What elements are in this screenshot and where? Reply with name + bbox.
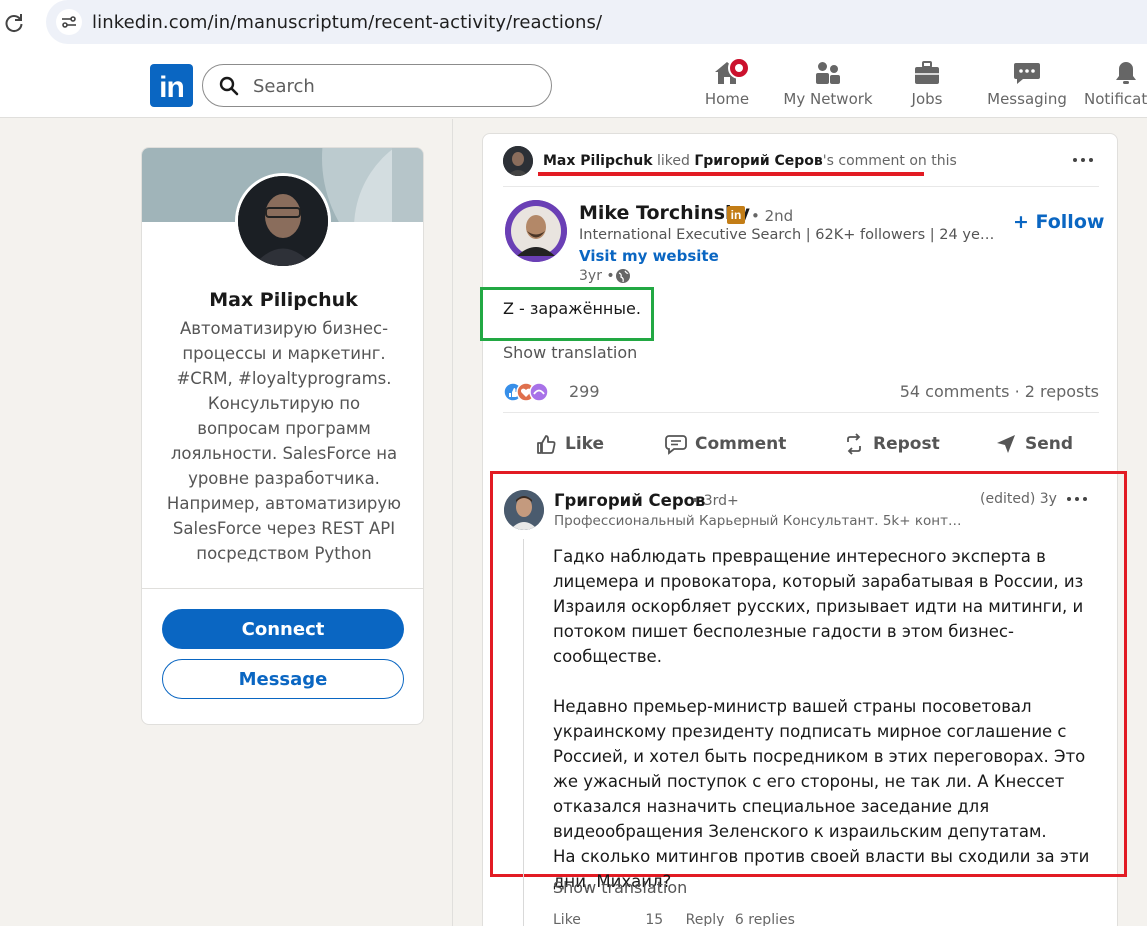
profile-avatar[interactable] [235, 173, 331, 269]
connect-button[interactable]: Connect [162, 609, 404, 649]
repost-label: Repost [873, 434, 940, 454]
like-label: Like [565, 434, 605, 454]
nav-messaging[interactable]: Messaging [987, 58, 1067, 114]
notification-badge [728, 57, 750, 79]
bell-icon [1116, 62, 1136, 84]
comment-reactions-count[interactable]: 15 [645, 912, 663, 926]
profile-bio: Автоматизирую бизнес-процессы и маркетин… [166, 319, 402, 563]
feed-post-card: Max Pilipchuk liked Григорий Серов's com… [480, 133, 1127, 926]
nav-jobs[interactable]: Jobs [897, 58, 957, 114]
nav-home[interactable]: Home [697, 57, 757, 114]
browser-toolbar: linkedin.com/in/manuscriptum/recent-acti… [0, 0, 1147, 50]
commenter-avatar[interactable] [504, 490, 544, 530]
like-icon [537, 435, 556, 454]
url-text: linkedin.com/in/manuscriptum/recent-acti… [92, 12, 603, 33]
profile-card: Max Pilipchuk Автоматизирую бизнес-проце… [141, 147, 424, 725]
send-icon [997, 435, 1015, 453]
comment-show-translation-link[interactable]: Show translation [553, 878, 687, 897]
comment-button[interactable]: Comment [665, 428, 786, 460]
thread-line [523, 539, 524, 926]
send-label: Send [1025, 434, 1074, 454]
profile-name[interactable]: Max Pilipchuk [142, 289, 423, 311]
send-button[interactable]: Send [995, 428, 1073, 460]
nav-notifications[interactable]: Notifications [1084, 58, 1147, 114]
column-divider [452, 119, 453, 926]
reload-icon[interactable] [2, 11, 26, 35]
more-options-icon[interactable] [1071, 156, 1095, 164]
comment-edited-time: (edited) 3y [980, 491, 1057, 507]
comment-replies-count[interactable]: 6 replies [735, 912, 795, 926]
network-icon [816, 62, 840, 84]
reactions-row: 299 54 comments · 2 reposts [503, 379, 1099, 405]
repost-button[interactable]: Repost [843, 428, 940, 460]
comments-reposts-count[interactable]: 54 comments · 2 reposts [900, 382, 1099, 401]
repost-icon [847, 433, 861, 455]
premium-icon: in [727, 206, 745, 224]
visit-website-link[interactable]: Visit my website [579, 247, 719, 265]
actor-avatar[interactable] [503, 146, 533, 176]
comment-label: Comment [695, 434, 787, 454]
comment-reply-button[interactable]: Reply [686, 912, 725, 926]
chat-icon [1014, 63, 1040, 84]
commenter-headline: Профессиональный Карьерный Консультант. … [554, 513, 964, 529]
globe-icon [616, 269, 630, 283]
comment-icon [665, 435, 687, 455]
search-icon [219, 76, 239, 96]
activity-text: Max Pilipchuk liked Григорий Серов's com… [543, 153, 957, 169]
comment-more-options-icon[interactable] [1065, 495, 1089, 503]
reaction-count[interactable]: 299 [569, 382, 600, 401]
linkedin-logo[interactable]: in [150, 64, 193, 107]
divider [503, 186, 1099, 187]
activity-actor[interactable]: Max Pilipchuk [543, 153, 653, 169]
divider [142, 588, 423, 589]
like-button[interactable]: Like [535, 428, 604, 460]
address-bar[interactable]: linkedin.com/in/manuscriptum/recent-acti… [46, 0, 1147, 44]
briefcase-icon [915, 61, 939, 84]
red-underline-annotation [538, 172, 924, 176]
nav-my-network-label: My Network [783, 90, 873, 108]
follow-button[interactable]: + Follow [1013, 208, 1104, 236]
comment-actions: Like 15 Reply 6 replies [553, 912, 795, 926]
nav-messaging-label: Messaging [987, 90, 1067, 108]
nav-home-label: Home [704, 90, 750, 108]
search-input[interactable] [253, 73, 533, 99]
comment-like-button[interactable]: Like [553, 912, 581, 926]
post-time: 3yr • [579, 268, 615, 284]
activity-header: Max Pilipchuk liked Григорий Серов's com… [503, 146, 1099, 186]
show-translation-link[interactable]: Show translation [503, 343, 637, 362]
author-degree: • 2nd [751, 207, 794, 225]
author-headline: International Executive Search | 62K+ fo… [579, 227, 1003, 243]
search-bar[interactable] [202, 64, 552, 107]
nav-notifications-label: Notifications [1084, 90, 1147, 108]
comment-text: Гадко наблюдать превращение интересного … [553, 547, 1090, 891]
author-name[interactable]: Mike Torchinsky [579, 202, 750, 224]
divider [503, 412, 1099, 413]
activity-verb: liked [652, 153, 695, 169]
green-box-annotation [480, 287, 654, 341]
commenter-name[interactable]: Григорий Серов [554, 491, 705, 510]
activity-target[interactable]: Григорий Серов [694, 153, 822, 169]
activity-suffix: 's comment on this [822, 153, 957, 169]
reactions-icon[interactable] [503, 382, 549, 402]
site-info-icon[interactable] [56, 9, 82, 35]
commenter-degree: • 3rd+ [691, 493, 739, 509]
message-button[interactable]: Message [162, 659, 404, 699]
nav-my-network[interactable]: My Network [783, 58, 873, 114]
nav-jobs-label: Jobs [911, 90, 943, 108]
linkedin-navbar: in Home My Network Jobs [0, 50, 1147, 118]
author-avatar[interactable] [505, 200, 567, 262]
